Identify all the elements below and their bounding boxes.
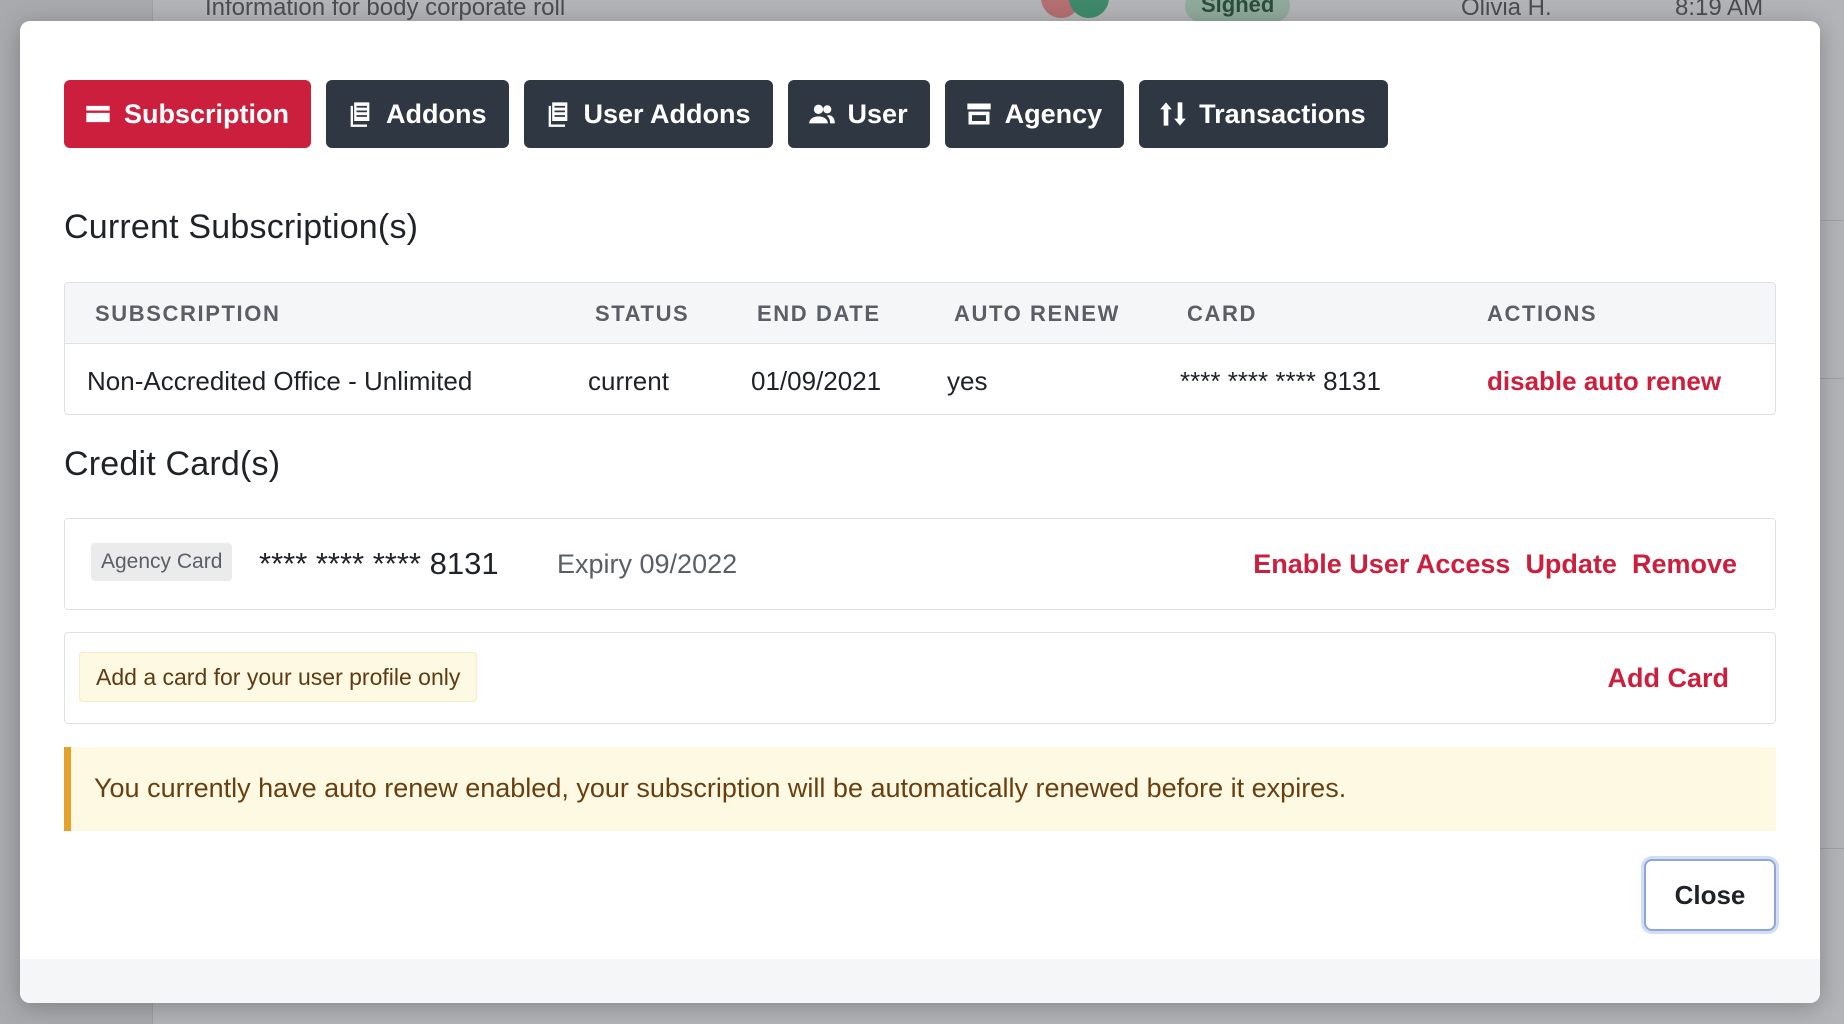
- close-button[interactable]: Close: [1644, 859, 1776, 931]
- column-header: ACTIONS: [1487, 301, 1598, 326]
- add-card-hint: Add a card for your user profile only: [79, 652, 478, 702]
- subscription-modal: Subscription Addons User Addons User Age…: [20, 21, 1820, 1003]
- auto-renew-alert: You currently have auto renew enabled, y…: [64, 747, 1776, 831]
- update-card-link[interactable]: Update: [1525, 549, 1617, 580]
- background-row-text: Information for body corporate roll: [205, 0, 566, 21]
- subscriptions-table: SUBSCRIPTION STATUS END DATE AUTO RENEW …: [64, 282, 1776, 415]
- section-title-subscriptions: Current Subscription(s): [64, 208, 419, 246]
- tab-subscription[interactable]: Subscription: [64, 80, 312, 148]
- subscription-card: **** **** **** 8131: [1180, 366, 1381, 396]
- stack-icon: [350, 102, 370, 127]
- subscription-name: Non-Accredited Office - Unlimited: [87, 366, 473, 396]
- column-header: STATUS: [595, 301, 690, 326]
- modal-tabs: Subscription Addons User Addons User Age…: [64, 80, 1388, 148]
- tab-agency[interactable]: Agency: [944, 80, 1125, 148]
- card-expiry: Expiry 09/2022: [557, 549, 738, 579]
- store-icon: [966, 103, 991, 125]
- stack-icon: [548, 102, 567, 127]
- tab-transactions[interactable]: Transactions: [1139, 80, 1388, 148]
- tab-label: Transactions: [1199, 98, 1366, 129]
- disable-auto-renew-link[interactable]: disable auto renew: [1487, 366, 1721, 397]
- credit-card-item: Agency Card **** **** **** 8131 Expiry 0…: [64, 518, 1776, 610]
- tab-label: Subscription: [124, 98, 290, 129]
- section-title-credit-cards: Credit Card(s): [64, 445, 281, 483]
- column-header: SUBSCRIPTION: [95, 301, 281, 326]
- tab-label: Agency: [1004, 98, 1103, 129]
- subscription-auto-renew: yes: [947, 366, 988, 396]
- check-avatar-icon: [1069, 0, 1109, 18]
- remove-card-link[interactable]: Remove: [1632, 549, 1737, 580]
- users-icon: [808, 104, 835, 124]
- arrows-up-down-icon: [1160, 102, 1186, 126]
- enable-user-access-link[interactable]: Enable User Access: [1253, 549, 1510, 580]
- column-header: END DATE: [757, 301, 881, 326]
- tab-label: User Addons: [583, 98, 751, 129]
- tab-user-addons[interactable]: User Addons: [523, 80, 773, 148]
- subscription-status: current: [588, 366, 669, 396]
- background-user-name: Olivia H.: [1461, 0, 1552, 21]
- tab-user[interactable]: User: [787, 80, 930, 148]
- background-avatars: [1041, 0, 1121, 22]
- tab-label: Addons: [386, 98, 487, 129]
- add-card-link[interactable]: Add Card: [1608, 663, 1730, 694]
- background-time: 8:19 AM: [1675, 0, 1764, 21]
- add-card-row: Add a card for your user profile only Ad…: [64, 632, 1776, 724]
- credit-card-icon: [86, 105, 110, 123]
- modal-footer: [20, 959, 1820, 1003]
- table-header: SUBSCRIPTION STATUS END DATE AUTO RENEW …: [65, 283, 1775, 344]
- status-badge: Signed: [1185, 0, 1291, 22]
- alert-text: You currently have auto renew enabled, y…: [94, 773, 1347, 803]
- subscription-end-date: 01/09/2021: [751, 366, 882, 396]
- agency-card-tag: Agency Card: [91, 543, 233, 581]
- card-number: **** **** **** 8131: [259, 546, 499, 581]
- tab-label: User: [847, 98, 908, 129]
- column-header: AUTO RENEW: [954, 301, 1120, 326]
- card-actions: Enable User Access Update Remove: [1253, 549, 1737, 580]
- column-header: CARD: [1187, 301, 1257, 326]
- tab-addons[interactable]: Addons: [326, 80, 509, 148]
